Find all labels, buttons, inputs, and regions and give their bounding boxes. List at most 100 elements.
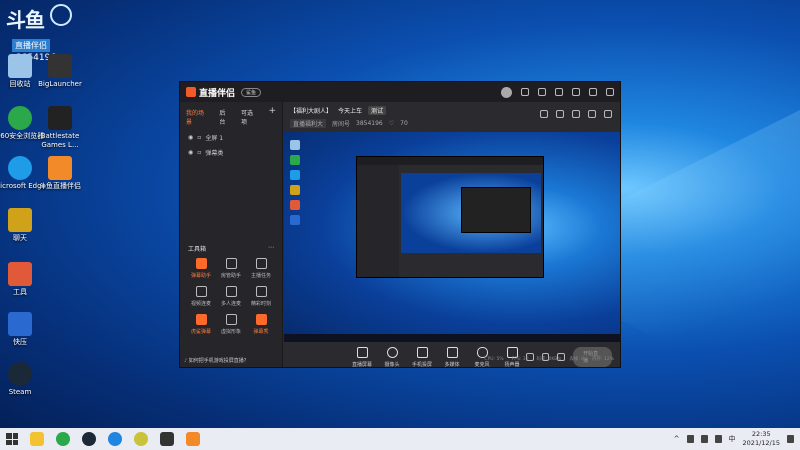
tray-usb-icon[interactable] [686, 435, 694, 443]
kuaiya-icon [8, 312, 32, 336]
category-edit-button[interactable]: 直播福利大 [290, 119, 327, 128]
nested-left-panel [357, 165, 399, 277]
close-icon[interactable] [606, 88, 614, 96]
version-badge[interactable]: 鲨鱼 [241, 87, 262, 97]
notice-text: 如何把手机游戏投屏直播？ [188, 358, 249, 364]
gift-icon[interactable] [556, 110, 564, 118]
tool-streamer-tasks[interactable]: 主播任务 [246, 258, 276, 279]
desktop-icon-chat[interactable]: 聊天 [0, 208, 48, 243]
left-panel: 我的场景 后台 可选项 + ◉ ▫ 全屏 1 ◉ ▫ 弹幕类 工具箱 ⋯ 弹幕助… [180, 102, 283, 367]
tool-label: 精彩时刻 [250, 301, 271, 307]
tool-avatar[interactable]: 虚拟形象 [216, 314, 246, 335]
desktop-icon-steam[interactable]: Steam [0, 362, 48, 397]
room-tag[interactable]: 测试 [368, 106, 387, 115]
tool-video-link[interactable]: 视频连麦 [186, 286, 216, 307]
battlestate-icon[interactable] [160, 432, 174, 446]
chat-app-icon[interactable] [134, 432, 148, 446]
add-scene-button[interactable]: + [268, 107, 276, 126]
tool-label: 弹幕秀 [253, 329, 269, 335]
user-avatar[interactable] [501, 86, 512, 98]
volume-icon[interactable] [714, 435, 722, 443]
skin-icon[interactable] [538, 88, 546, 96]
360-browser-icon[interactable] [56, 432, 70, 446]
nested-preview [401, 173, 541, 253]
tab-background[interactable]: 后台 [219, 108, 231, 126]
tray-overflow-icon[interactable]: ^ [674, 435, 680, 443]
tool-danmu-show[interactable]: 弹幕秀 [246, 314, 276, 335]
tab-options[interactable]: 可选项 [241, 108, 258, 126]
desktop-icon-label: 快压 [13, 338, 27, 346]
clock[interactable]: 22:35 2021/12/15 [743, 430, 780, 448]
message-icon[interactable] [521, 88, 529, 96]
file-explorer-icon[interactable] [30, 432, 44, 446]
steam-icon[interactable] [82, 432, 96, 446]
tool-label: 主播任务 [250, 273, 271, 279]
preview-desktop-icons [290, 140, 300, 225]
preview-icon [290, 170, 300, 180]
nested-titlebar [357, 157, 543, 165]
toolbox-more-icon[interactable]: ⋯ [268, 244, 274, 253]
tool-danmu-assistant[interactable]: 弹幕助手 [186, 258, 216, 279]
eye-icon[interactable]: ◉ [188, 149, 193, 156]
tool-icon [255, 314, 267, 325]
biglauncher-icon [48, 54, 72, 78]
streamer-assistant-window: 直播伴侣 鲨鱼 我的场景 后台 可选项 + ◉ ▫ 全屏 1 ◉ ▫ 弹幕类 工… [179, 81, 621, 368]
start-button[interactable] [6, 433, 18, 445]
tool-multi-link[interactable]: 多人连麦 [216, 286, 246, 307]
tab-my-scenes[interactable]: 我的场景 [186, 108, 209, 126]
douyu-icon[interactable] [108, 432, 122, 446]
clock-date: 2021/12/15 [742, 439, 780, 447]
tool-label: 虎鲨弹幕 [190, 329, 211, 335]
window-titlebar[interactable]: 直播伴侣 鲨鱼 [180, 82, 620, 102]
app-logo: 直播伴侣 [186, 86, 235, 99]
windows-taskbar: ^ 中 22:35 2021/12/15 [0, 428, 800, 450]
chat-icon [8, 208, 32, 232]
tool-room-manager[interactable]: 房管助手 [216, 258, 246, 279]
stream-preview[interactable] [284, 132, 620, 342]
shop-icon[interactable] [572, 110, 580, 118]
tool-shark-danmu[interactable]: 虎鲨弹幕 [186, 314, 216, 335]
tool-label: 多人连麦 [220, 301, 241, 307]
lock-icon[interactable]: ▫ [197, 149, 201, 156]
lock-icon[interactable]: ▫ [197, 134, 201, 141]
tool-icon [255, 286, 267, 297]
desktop-icon-biglauncher[interactable]: BigLauncher [32, 54, 88, 89]
scene-item[interactable]: ◉ ▫ 全屏 1 [180, 130, 282, 145]
tool-icon [195, 258, 207, 269]
followers-icon: ♡ [388, 120, 395, 127]
scene-item[interactable]: ◉ ▫ 弹幕类 [180, 145, 282, 160]
battlestate-icon [48, 106, 72, 130]
notification-icon[interactable] [787, 435, 794, 443]
streamer-assistant-icon[interactable] [186, 432, 200, 446]
maximize-icon[interactable] [589, 88, 597, 96]
tool-label: 房管助手 [220, 273, 241, 279]
help-notice[interactable]: ♪ 如何把手机游戏投屏直播？ [184, 357, 278, 364]
desktop-icon-tools[interactable]: 工具 [0, 262, 48, 297]
preview-icon [290, 185, 300, 195]
ime-indicator[interactable]: 中 [729, 434, 736, 444]
minimize-icon[interactable] [572, 88, 580, 96]
eye-icon[interactable]: ◉ [188, 134, 193, 141]
tool-label: 弹幕助手 [190, 273, 211, 279]
room-header: 【福利大剧人】 今天上车 测试 直播福利大 房间号 3854196 ♡ 70 [284, 102, 620, 132]
badge-subtitle: 直播伴侣 [12, 39, 50, 52]
bell-icon[interactable] [588, 110, 596, 118]
followers-count: 70 [400, 120, 408, 127]
settings-icon[interactable] [555, 88, 563, 96]
desktop-icon-battlestate[interactable]: Battlestate Games L... [32, 106, 88, 150]
home-icon[interactable] [540, 110, 548, 118]
network-icon[interactable] [700, 435, 708, 443]
nested-app-window [356, 156, 544, 278]
tool-highlights[interactable]: 精彩时刻 [246, 286, 276, 307]
desktop-icon-kuaiya[interactable]: 快压 [0, 312, 48, 347]
status-item: FPS: 30 [511, 356, 529, 362]
edge-icon [8, 156, 32, 180]
header-icons [540, 110, 612, 118]
desktop-icon-douyu-assistant[interactable]: 斗鱼直播伴侣 [32, 156, 88, 191]
douyu-circle-icon [50, 4, 72, 26]
titlebar-controls [501, 86, 614, 98]
preview-icon [290, 200, 300, 210]
douyu-assistant-icon [48, 156, 72, 180]
share-icon[interactable] [604, 110, 612, 118]
scene-label: 全屏 1 [205, 135, 224, 142]
